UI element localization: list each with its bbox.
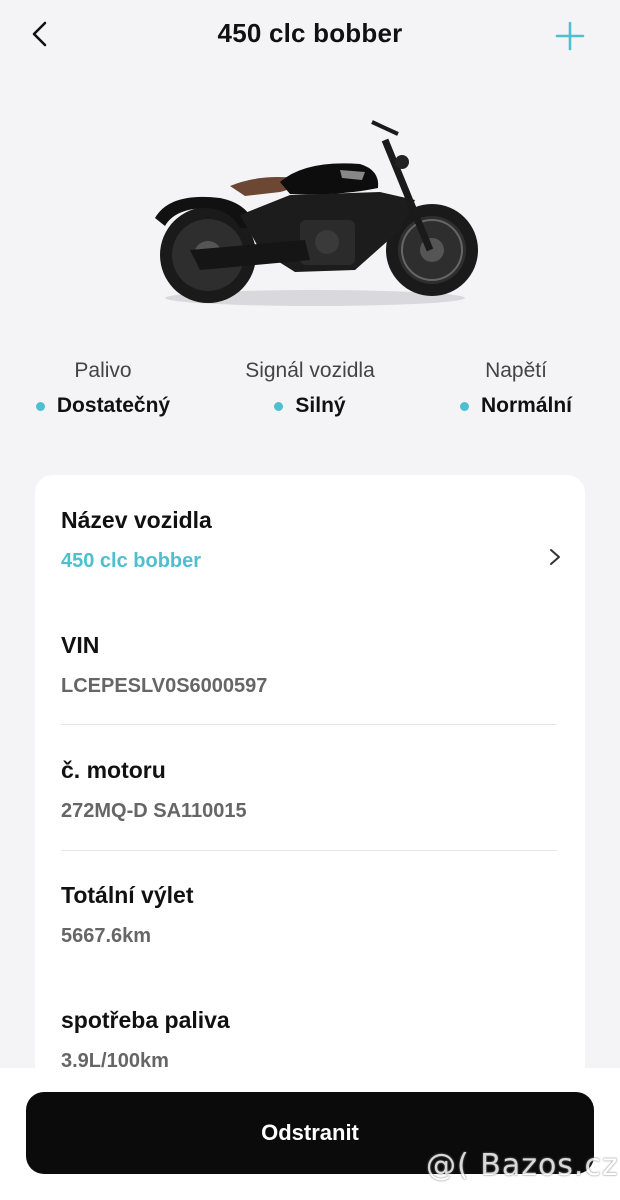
engine-number-value: 272MQ-D SA110015 xyxy=(61,800,247,822)
engine-number-label: č. motoru xyxy=(61,757,166,783)
divider xyxy=(61,724,557,725)
motorcycle-image xyxy=(130,100,490,315)
engine-number-row: č. motoru 272MQ-D SA110015 xyxy=(61,755,557,825)
vehicle-status: Palivo Dostatečný Signál vozidla Silný N… xyxy=(0,354,620,434)
divider xyxy=(61,850,557,851)
vin-label: VIN xyxy=(61,632,100,658)
watermark: @( Bazos.cz xyxy=(426,1148,619,1183)
status-label: Palivo xyxy=(74,359,132,382)
top-bar: 450 clc bobber xyxy=(0,0,620,72)
vin-row: VIN LCEPESLV0S6000597 xyxy=(61,630,557,700)
vin-value: LCEPESLV0S6000597 xyxy=(61,675,268,697)
status-dot-icon xyxy=(459,401,469,411)
total-trip-label: Totální výlet xyxy=(61,882,194,908)
vehicle-name-label: Název vozidla xyxy=(61,507,212,533)
status-label: Signál vozidla xyxy=(245,359,375,382)
chevron-right-icon[interactable] xyxy=(547,547,563,567)
total-trip-value: 5667.6km xyxy=(61,925,152,947)
status-value: Silný xyxy=(295,394,346,417)
vehicle-name-value: 450 clc bobber xyxy=(61,550,202,572)
total-trip-row: Totální výlet 5667.6km xyxy=(61,880,557,950)
status-value: Dostatečný xyxy=(56,394,171,417)
status-fuel: Palivo Dostatečný xyxy=(0,354,213,418)
status-label: Napětí xyxy=(485,359,547,382)
plus-icon xyxy=(555,21,585,51)
page-title: 450 clc bobber xyxy=(217,18,403,48)
fuel-consumption-row: spotřeba paliva 3.9L/100km xyxy=(61,1005,557,1075)
status-voltage: Napětí Normální xyxy=(406,354,620,418)
status-signal: Signál vozidla Silný xyxy=(200,354,420,418)
status-value: Normální xyxy=(480,394,572,417)
status-dot-icon xyxy=(274,401,284,411)
status-dot-icon xyxy=(35,401,45,411)
add-vehicle-button[interactable] xyxy=(552,18,588,54)
fuel-consumption-label: spotřeba paliva xyxy=(61,1007,230,1033)
vehicle-name-row[interactable]: Název vozidla 450 clc bobber xyxy=(61,505,557,575)
